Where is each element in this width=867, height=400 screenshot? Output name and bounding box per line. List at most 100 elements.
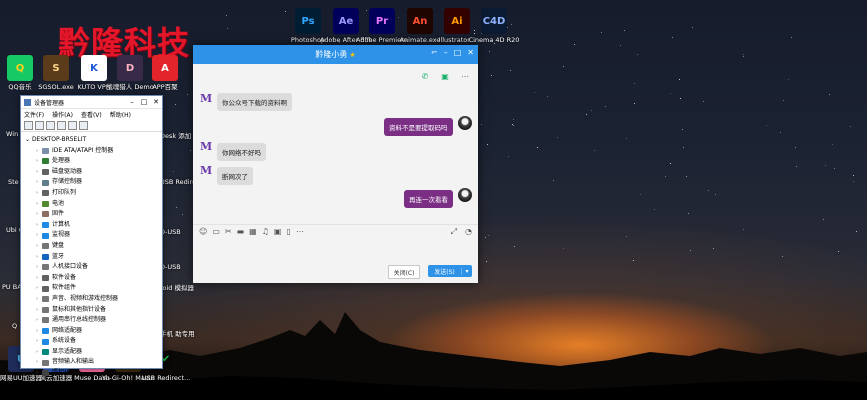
desktop-icon-label[interactable]: D-USB bbox=[160, 263, 181, 271]
message-bubble: 你公众号下载的资料啊 bbox=[217, 93, 292, 111]
device-category[interactable]: › 显示适配器 bbox=[24, 347, 159, 358]
maximize-icon[interactable]: □ bbox=[138, 98, 150, 106]
more-icon[interactable]: ⋯ bbox=[460, 72, 470, 81]
desktop-icon-label[interactable]: Ste bbox=[8, 178, 19, 186]
device-category[interactable]: › 音频输入和输出 bbox=[24, 357, 159, 368]
app-icon: Ai bbox=[444, 8, 470, 34]
star-dot bbox=[175, 206, 177, 208]
close-icon[interactable]: ✕ bbox=[467, 48, 474, 57]
device-category[interactable]: › 系统设备 bbox=[24, 336, 159, 347]
desktop-icon-label[interactable]: Q bbox=[12, 322, 17, 330]
phone-icon[interactable]: ✆ bbox=[420, 72, 430, 81]
device-tree-root[interactable]: ⌄ DESKTOP-BR5ELIT bbox=[24, 135, 159, 146]
menu-item[interactable]: 操作(A) bbox=[52, 110, 73, 119]
device-category-icon bbox=[42, 285, 49, 292]
device-category-icon bbox=[42, 370, 49, 377]
emoji-icon[interactable]: ☺ bbox=[199, 227, 207, 236]
chat-window[interactable]: 黔隆小勇 ★ ⌐ – □ ✕ ✆ ▣ ⋯ M 你公众号下载的资料啊 资料不是要提… bbox=[193, 45, 478, 283]
device-category[interactable]: › 通用串行总线控制器 bbox=[24, 315, 159, 326]
device-manager-titlebar[interactable]: 设备管理器 – □ ✕ bbox=[21, 96, 162, 109]
minimize-icon[interactable]: – bbox=[444, 48, 448, 57]
device-category[interactable]: › 监视器 bbox=[24, 230, 159, 241]
desktop-icon-label[interactable]: D-USB bbox=[160, 228, 181, 236]
gif-icon[interactable]: ▭ bbox=[212, 227, 220, 236]
desktop-icon[interactable]: A APP百聚 bbox=[139, 55, 191, 91]
expand-icon[interactable]: ⤢ bbox=[451, 227, 457, 237]
send-button[interactable]: 发送(S) ▾ bbox=[428, 265, 472, 277]
collapse-icon[interactable]: ⌄ bbox=[25, 136, 32, 143]
device-category[interactable]: › 电池 bbox=[24, 199, 159, 210]
device-category[interactable]: › 软件组件 bbox=[24, 283, 159, 294]
star-dot bbox=[681, 128, 683, 130]
device-category-label: 电池 bbox=[52, 199, 65, 207]
device-tree: ⌄ DESKTOP-BR5ELIT › IDE ATA/ATAPI 控制器 › 处理器… bbox=[21, 132, 162, 382]
music-icon[interactable]: ♫ bbox=[262, 227, 269, 236]
device-category-icon bbox=[42, 200, 49, 207]
pin-icon[interactable]: ⌐ bbox=[431, 48, 438, 57]
star-icon: ★ bbox=[349, 50, 356, 59]
monitor-icon[interactable] bbox=[79, 121, 88, 130]
star-dot bbox=[625, 236, 627, 238]
back-icon[interactable] bbox=[24, 121, 33, 130]
device-category[interactable]: › 存储控制器 bbox=[24, 177, 159, 188]
more-icon[interactable]: ⋯ bbox=[296, 227, 304, 236]
device-category[interactable]: › 处理器 bbox=[24, 156, 159, 167]
star-dot bbox=[766, 124, 768, 126]
device-category[interactable]: › 软件设备 bbox=[24, 273, 159, 284]
device-category-icon bbox=[42, 306, 49, 313]
device-category[interactable]: › 鼠标和其他指针设备 bbox=[24, 305, 159, 316]
video-call-icon[interactable]: ▣ bbox=[440, 72, 450, 81]
device-category[interactable]: › 蓝牙 bbox=[24, 252, 159, 263]
app-icon: Pr bbox=[369, 8, 395, 34]
desktop-icon-label[interactable]: Desk 添加 bbox=[160, 130, 191, 140]
star-dot bbox=[743, 53, 745, 55]
grid-icon[interactable]: ▦ bbox=[249, 227, 257, 236]
minimize-icon[interactable]: – bbox=[126, 98, 138, 106]
close-button[interactable]: 关闭(C) bbox=[388, 265, 420, 279]
forward-icon[interactable] bbox=[35, 121, 44, 130]
desktop-icon-label[interactable]: Win bbox=[6, 130, 18, 138]
message-input[interactable] bbox=[193, 237, 478, 267]
device-category[interactable]: › 磁盘驱动器 bbox=[24, 167, 159, 178]
desktop-icon-label[interactable]: roid 模拟器 bbox=[160, 282, 194, 292]
view-icon[interactable] bbox=[46, 121, 55, 130]
message-bubble: 你网络不好吗 bbox=[217, 143, 266, 161]
star-dot bbox=[552, 179, 554, 181]
menu-item[interactable]: 帮助(H) bbox=[110, 110, 131, 119]
phone-screen-icon[interactable]: ▯ bbox=[286, 227, 290, 236]
menu-item[interactable]: 文件(F) bbox=[24, 110, 44, 119]
device-category-icon bbox=[42, 222, 49, 229]
device-category[interactable]: › IDE ATA/ATAPI 控制器 bbox=[24, 146, 159, 157]
device-manager-window[interactable]: 设备管理器 – □ ✕ 文件(F) 操作(A) 查看(V) 帮助(H) ⌄ DESKT… bbox=[20, 95, 163, 377]
properties-icon[interactable] bbox=[57, 121, 66, 130]
close-icon[interactable]: ✕ bbox=[150, 98, 162, 106]
device-category[interactable]: › 固件 bbox=[24, 209, 159, 220]
device-category[interactable]: › 计算机 bbox=[24, 220, 159, 231]
device-category-label: 通用串行总线控制器 bbox=[52, 316, 107, 324]
device-category-label: 网络适配器 bbox=[52, 326, 83, 334]
device-category[interactable]: › 声音、视频和游戏控制器 bbox=[24, 294, 159, 305]
desktop-icon[interactable]: C4D Cinema 4D R20 bbox=[468, 8, 520, 44]
folder-icon[interactable]: ▬ bbox=[237, 227, 245, 236]
star-dot bbox=[487, 235, 489, 237]
desktop-icon-label[interactable]: 手机 助专用 bbox=[160, 328, 195, 338]
image-icon[interactable]: ▣ bbox=[274, 227, 282, 236]
device-category[interactable]: › 照相机 bbox=[24, 368, 159, 379]
chevron-down-icon[interactable]: ▾ bbox=[461, 267, 472, 275]
help-icon[interactable] bbox=[68, 121, 77, 130]
device-category[interactable]: › 人机接口设备 bbox=[24, 262, 159, 273]
star-dot bbox=[824, 164, 826, 166]
device-category[interactable]: › 打印队列 bbox=[24, 188, 159, 199]
menu-item[interactable]: 查看(V) bbox=[81, 110, 102, 119]
device-category-label: 监视器 bbox=[52, 231, 71, 239]
maximize-icon[interactable]: □ bbox=[454, 48, 462, 57]
desktop-icon-label: Cinema 4D R20 bbox=[468, 36, 520, 44]
user-avatar bbox=[458, 116, 472, 130]
star-dot bbox=[633, 102, 635, 104]
history-icon[interactable]: ◔ bbox=[465, 227, 472, 237]
send-button-label: 发送(S) bbox=[434, 268, 455, 276]
device-category[interactable]: › 键盘 bbox=[24, 241, 159, 252]
chat-header[interactable]: 黔隆小勇 ★ ⌐ – □ ✕ bbox=[193, 45, 478, 64]
device-category[interactable]: › 网络适配器 bbox=[24, 326, 159, 337]
scissors-icon[interactable]: ✂ bbox=[225, 227, 232, 236]
